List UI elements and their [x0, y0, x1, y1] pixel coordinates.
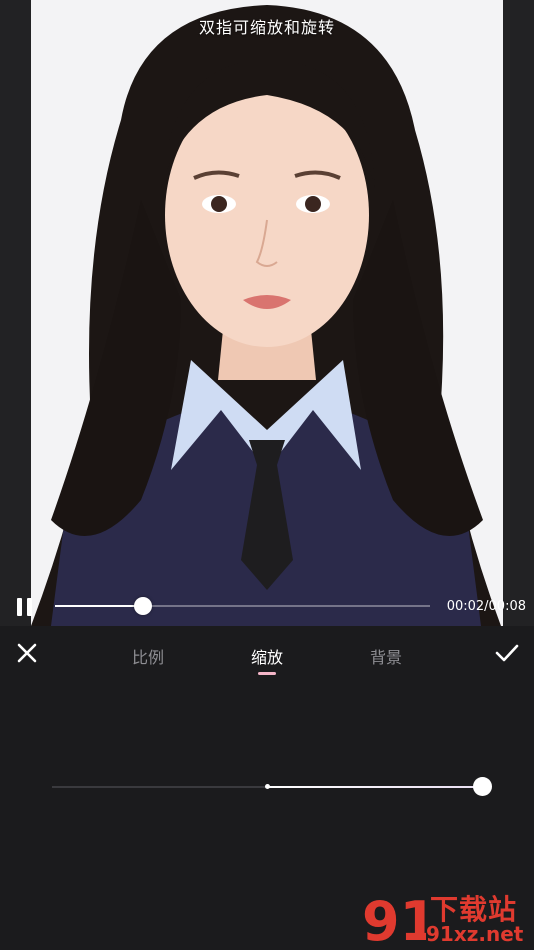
gesture-hint: 双指可缩放和旋转: [198, 18, 335, 37]
pause-icon: [17, 598, 22, 616]
video-preview[interactable]: 双指可缩放和旋转 00:02/00:08: [0, 0, 534, 626]
close-icon: [17, 643, 37, 663]
tab-ratio[interactable]: 比例: [132, 644, 164, 668]
confirm-button[interactable]: [494, 640, 520, 666]
video-progress-fill: [55, 605, 143, 607]
video-progress-thumb[interactable]: [133, 597, 152, 615]
time-label: 00:02/00:08: [446, 599, 526, 614]
watermark-url: 91xz.net: [426, 922, 524, 946]
portrait-photo[interactable]: [31, 0, 503, 626]
portrait-illustration: [31, 0, 503, 626]
zoom-slider[interactable]: [52, 777, 492, 796]
edit-toolbar: 比例 缩放 背景: [0, 626, 534, 686]
active-tab-indicator: [258, 672, 276, 675]
watermark-logo-text: 91: [362, 890, 426, 948]
close-button[interactable]: [14, 640, 40, 666]
tab-zoom[interactable]: 缩放: [251, 644, 283, 668]
site-watermark: 91 下载站 91xz.net: [360, 886, 534, 950]
zoom-slider-fill: [267, 786, 482, 788]
pause-button[interactable]: [14, 596, 36, 618]
pause-icon-bar: [27, 598, 32, 616]
check-icon: [495, 644, 519, 662]
tab-background[interactable]: 背景: [370, 644, 402, 668]
watermark-logo: 91: [362, 890, 426, 948]
zoom-slider-center-mark: [265, 784, 270, 789]
video-progress-bar[interactable]: [55, 597, 430, 615]
zoom-slider-thumb[interactable]: [473, 777, 492, 796]
